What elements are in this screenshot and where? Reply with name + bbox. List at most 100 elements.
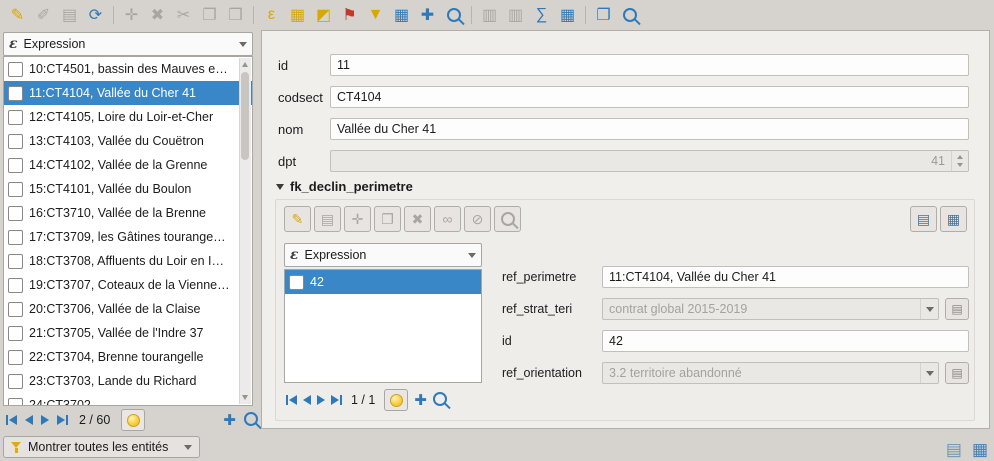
- feature-checkbox[interactable]: [8, 110, 23, 125]
- filter-form-icon[interactable]: ▼: [363, 3, 388, 27]
- feature-checkbox[interactable]: [289, 275, 304, 290]
- select-all-icon[interactable]: ▦: [285, 3, 310, 27]
- switch-to-form-view-icon[interactable]: ▤: [946, 441, 962, 458]
- last-feature-button[interactable]: [57, 415, 68, 425]
- feature-checkbox[interactable]: [8, 398, 23, 407]
- feature-checkbox[interactable]: [8, 326, 23, 341]
- ref-strat-teri-combo[interactable]: contrat global 2015-2019: [602, 298, 939, 320]
- save-edits-icon[interactable]: ▤: [57, 3, 82, 27]
- feature-checkbox[interactable]: [8, 230, 23, 245]
- feature-checkbox[interactable]: [8, 206, 23, 221]
- codsect-input[interactable]: CT4104: [330, 86, 969, 108]
- first-feature-button[interactable]: [6, 415, 17, 425]
- pan-to-feature-icon[interactable]: ✚: [223, 413, 236, 428]
- feature-list-item[interactable]: 14:CT4102, Vallée de la Grenne: [4, 153, 252, 177]
- id-input[interactable]: 11: [330, 54, 969, 76]
- conditional-formatting-icon[interactable]: ▦: [555, 3, 580, 27]
- open-strat-teri-form-button[interactable]: ▤: [945, 298, 969, 320]
- feature-checkbox[interactable]: [8, 158, 23, 173]
- pan-to-selected-icon[interactable]: ✚: [415, 3, 440, 27]
- relation-table-view-button[interactable]: ▦: [940, 206, 967, 232]
- ref-orientation-combo[interactable]: 3.2 territoire abandonné: [602, 362, 939, 384]
- feature-checkbox[interactable]: [8, 350, 23, 365]
- feature-list-item[interactable]: 17:CT3709, les Gâtines tourange…: [4, 225, 252, 249]
- feature-list-item[interactable]: 13:CT4103, Vallée du Couëtron: [4, 129, 252, 153]
- feature-checkbox[interactable]: [8, 134, 23, 149]
- cut-features-icon[interactable]: ✂: [171, 3, 196, 27]
- new-field-icon[interactable]: ▥: [477, 3, 502, 27]
- relation-save-edits-button[interactable]: ▤: [314, 206, 341, 232]
- feature-checkbox[interactable]: [8, 278, 23, 293]
- relation-duplicate-feature-button[interactable]: ❐: [374, 206, 401, 232]
- switch-to-table-view-icon[interactable]: ▦: [972, 441, 988, 458]
- spinner-arrows-icon[interactable]: [951, 151, 968, 171]
- scrollbar-thumb[interactable]: [241, 72, 249, 160]
- deselect-all-icon[interactable]: ⚑: [337, 3, 362, 27]
- search-icon[interactable]: [617, 3, 642, 27]
- paste-features-icon[interactable]: ❒: [223, 3, 248, 27]
- feature-checkbox[interactable]: [8, 182, 23, 197]
- feature-list-item[interactable]: 19:CT3707, Coteaux de la Vienne…: [4, 273, 252, 297]
- feature-list-item[interactable]: 22:CT3704, Brenne tourangelle: [4, 345, 252, 369]
- field-calculator-icon[interactable]: ∑: [529, 3, 554, 27]
- feature-checkbox[interactable]: [8, 254, 23, 269]
- scroll-down-icon[interactable]: [242, 395, 248, 400]
- next-feature-button[interactable]: [41, 415, 49, 425]
- feature-checkbox[interactable]: [8, 86, 23, 101]
- feature-list-item[interactable]: 15:CT4101, Vallée du Boulon: [4, 177, 252, 201]
- relation-add-feature-button[interactable]: ✛: [344, 206, 371, 232]
- relation-unlink-feature-button[interactable]: ⊘: [464, 206, 491, 232]
- previous-feature-button[interactable]: [25, 415, 33, 425]
- select-by-expression-icon[interactable]: ε: [259, 3, 284, 27]
- feature-list-item[interactable]: 16:CT3710, Vallée de la Brenne: [4, 201, 252, 225]
- reload-icon[interactable]: ⟳: [83, 3, 108, 27]
- dpt-spinbox[interactable]: 41: [330, 150, 969, 172]
- relation-header[interactable]: fk_declin_perimetre: [276, 179, 413, 194]
- feature-list-item[interactable]: 18:CT3708, Affluents du Loir en I…: [4, 249, 252, 273]
- relation-expression-combo[interactable]: ε Expression: [284, 243, 482, 267]
- copy-features-icon[interactable]: ❐: [197, 3, 222, 27]
- feature-list-item[interactable]: 23:CT3703, Lande du Richard: [4, 369, 252, 393]
- nom-input[interactable]: Vallée du Cher 41: [330, 118, 969, 140]
- highlight-feature-button[interactable]: [121, 409, 145, 431]
- open-orientation-form-button[interactable]: ▤: [945, 362, 969, 384]
- relation-last-feature-button[interactable]: [331, 395, 342, 405]
- feature-list-item-selected[interactable]: 11:CT4104, Vallée du Cher 41: [4, 81, 252, 105]
- relation-next-feature-button[interactable]: [317, 395, 325, 405]
- delete-field-icon[interactable]: ▥: [503, 3, 528, 27]
- relation-list-item-selected[interactable]: 42: [285, 270, 481, 294]
- delete-selected-icon[interactable]: ✖: [145, 3, 170, 27]
- toggle-editing-icon[interactable]: ✎: [5, 3, 30, 27]
- relation-first-feature-button[interactable]: [286, 395, 297, 405]
- feature-checkbox[interactable]: [8, 62, 23, 77]
- toggle-multiedit-icon[interactable]: ✐: [31, 3, 56, 27]
- relation-toggle-editing-button[interactable]: ✎: [284, 206, 311, 232]
- feature-list-item[interactable]: 12:CT4105, Loire du Loir-et-Cher: [4, 105, 252, 129]
- feature-list-item[interactable]: 20:CT3706, Vallée de la Claise: [4, 297, 252, 321]
- invert-selection-icon[interactable]: ◩: [311, 3, 336, 27]
- feature-checkbox[interactable]: [8, 302, 23, 317]
- feature-list-scrollbar[interactable]: [239, 58, 251, 404]
- zoom-to-selected-icon[interactable]: [441, 3, 466, 27]
- zoom-to-feature-icon[interactable]: [244, 412, 258, 429]
- feature-list-item[interactable]: 10:CT4501, bassin des Mauves e…: [4, 57, 252, 81]
- feature-list-item[interactable]: 24:CT3702: [4, 393, 252, 406]
- relation-id-input[interactable]: 42: [602, 330, 969, 352]
- expression-filter-combo[interactable]: ε Expression: [3, 32, 253, 56]
- show-all-features-button[interactable]: Montrer toutes les entités: [3, 436, 200, 458]
- relation-zoom-to-feature-icon[interactable]: [433, 392, 447, 409]
- relation-previous-feature-button[interactable]: [303, 395, 311, 405]
- feature-list-item[interactable]: 21:CT3705, Vallée de l'Indre 37: [4, 321, 252, 345]
- relation-link-feature-button[interactable]: ∞: [434, 206, 461, 232]
- relation-zoom-to-feature-button[interactable]: [494, 206, 521, 232]
- ref-perimetre-input[interactable]: 11:CT4104, Vallée du Cher 41: [602, 266, 969, 288]
- relation-pan-to-feature-icon[interactable]: ✚: [414, 393, 427, 408]
- move-selection-top-icon[interactable]: ▦: [389, 3, 414, 27]
- dock-table-icon[interactable]: ❐: [591, 3, 616, 27]
- add-feature-icon[interactable]: ✛: [119, 3, 144, 27]
- relation-delete-feature-button[interactable]: ✖: [404, 206, 431, 232]
- relation-highlight-feature-button[interactable]: [384, 389, 408, 411]
- feature-checkbox[interactable]: [8, 374, 23, 389]
- scroll-up-icon[interactable]: [242, 62, 248, 67]
- relation-form-view-button[interactable]: ▤: [910, 206, 937, 232]
